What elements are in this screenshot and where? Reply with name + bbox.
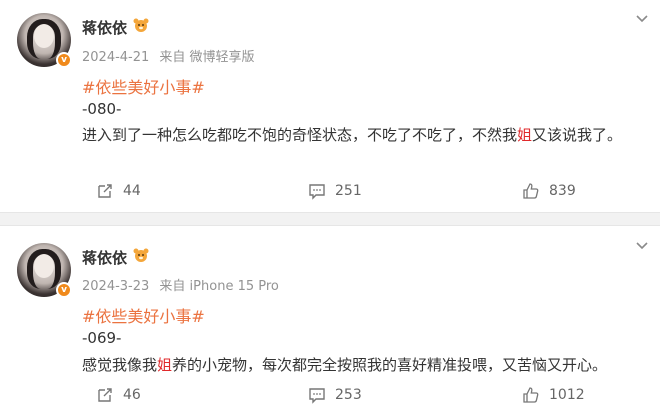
post-body: 进入到了一种怎么吃都吃不饱的奇怪状态，不吃了不吃了，不然我姐又该说我了。	[82, 126, 623, 144]
chevron-down-icon[interactable]	[636, 13, 648, 25]
repost-icon	[98, 184, 112, 198]
comment-button[interactable]: 251	[308, 182, 362, 200]
chevron-down-icon[interactable]	[636, 240, 648, 252]
post-meta: 2024-3-23 来自 iPhone 15 Pro	[82, 275, 279, 294]
post-body: 感觉我像我姐养的小宠物，每次都完全按照我的喜好精准投喂，又苦恼又开心。	[82, 356, 608, 374]
action-bar: 46 253 1012	[0, 386, 660, 408]
post-meta: 2024-4-21 来自 微博轻享版	[82, 46, 255, 65]
highlight-text: 姐	[517, 126, 533, 144]
repost-button[interactable]: 44	[96, 182, 141, 200]
post-source: 来自 iPhone 15 Pro	[159, 279, 279, 294]
post-number: -069-	[82, 329, 122, 347]
repost-count: 44	[123, 183, 141, 199]
weibo-post: v 蒋依依 2024-3-23 来自 iPhone 15 Pro #依些美好小事…	[0, 226, 660, 414]
like-count: 839	[549, 183, 576, 199]
repost-count: 46	[123, 387, 141, 403]
like-button[interactable]: 839	[522, 182, 576, 200]
post-date[interactable]: 2024-3-23	[82, 279, 149, 294]
like-button[interactable]: 1012	[522, 386, 585, 404]
like-count: 1012	[549, 387, 585, 403]
topic-tag[interactable]: #依些美好小事#	[82, 303, 205, 327]
repost-icon	[98, 388, 112, 402]
comment-count: 251	[335, 183, 362, 199]
verified-badge-icon: v	[56, 282, 72, 298]
thumbs-up-icon	[523, 387, 539, 403]
crown-bear-icon	[132, 16, 150, 38]
topic-tag[interactable]: #依些美好小事#	[82, 74, 205, 98]
comment-icon	[309, 184, 325, 200]
post-divider	[0, 212, 660, 226]
username[interactable]: 蒋依依	[82, 247, 127, 268]
action-bar: 44 251 839	[0, 182, 660, 204]
post-source: 来自 微博轻享版	[159, 50, 255, 65]
post-number: -080-	[82, 100, 122, 118]
highlight-text: 姐	[157, 356, 173, 374]
comment-button[interactable]: 253	[308, 386, 362, 404]
username[interactable]: 蒋依依	[82, 17, 127, 38]
thumbs-up-icon	[523, 183, 539, 199]
repost-button[interactable]: 46	[96, 386, 141, 404]
post-date[interactable]: 2024-4-21	[82, 50, 149, 65]
verified-badge-icon: v	[56, 52, 72, 68]
comment-icon	[309, 388, 325, 404]
crown-bear-icon	[132, 246, 150, 268]
comment-count: 253	[335, 387, 362, 403]
weibo-post: v 蒋依依 2024-4-21 来自 微博轻享版 #依些美好小事# -080- …	[0, 0, 660, 212]
